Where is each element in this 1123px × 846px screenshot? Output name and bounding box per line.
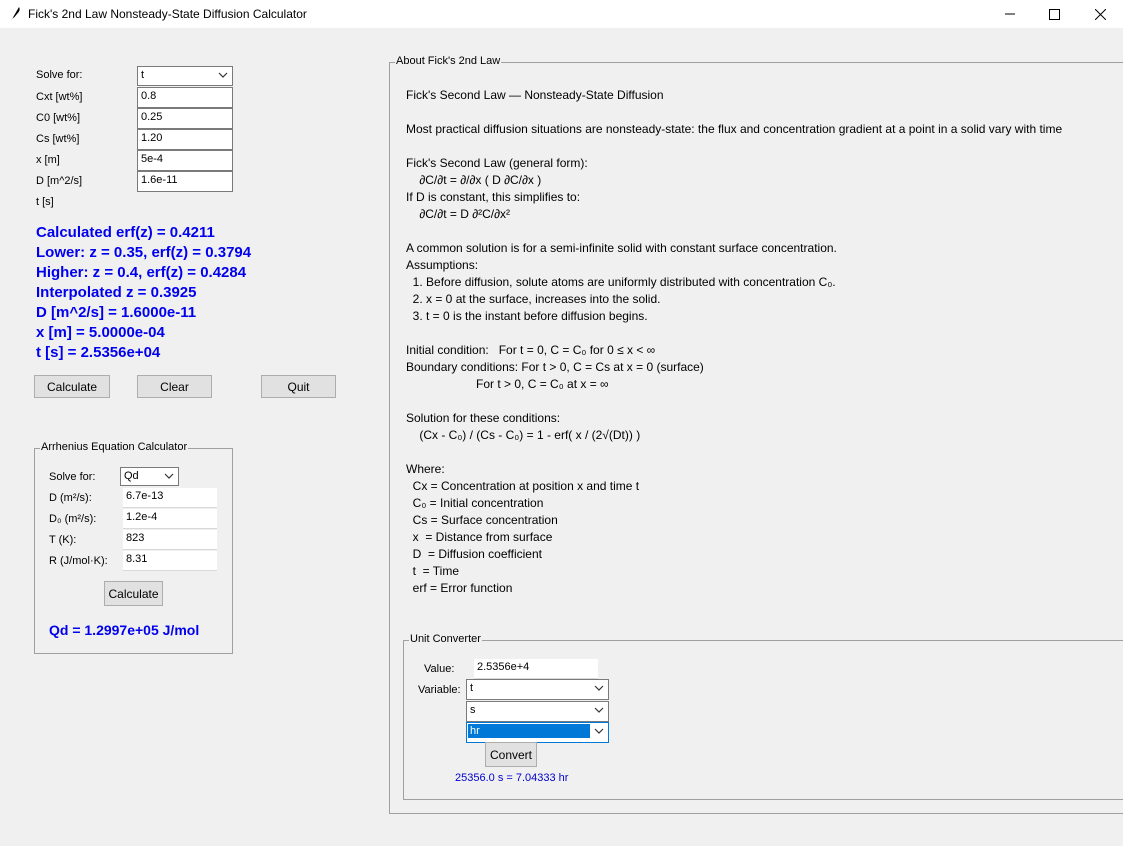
about-title: About Fick's 2nd Law	[395, 55, 502, 67]
about-line: Solution for these conditions:	[406, 411, 561, 425]
arrhenius-r-label: R (J/mol·K):	[49, 555, 108, 567]
chevron-down-icon	[218, 72, 228, 78]
solve-for-label: Solve for:	[36, 69, 83, 81]
arrhenius-t-label: T (K):	[49, 534, 77, 546]
d-label: D [m^2/s]	[36, 175, 83, 187]
chevron-down-icon	[594, 707, 604, 713]
about-line: Cx = Concentration at position x and tim…	[406, 479, 640, 493]
to-unit-select[interactable]: hr	[466, 722, 609, 743]
arrhenius-solve-for-select[interactable]: Qd	[120, 467, 179, 486]
solve-for-select[interactable]: t	[137, 66, 233, 86]
arrhenius-solve-for-value: Qd	[124, 470, 139, 482]
c0-input[interactable]: 0.25	[137, 108, 233, 129]
result-x: x [m] = 5.0000e-04	[36, 324, 165, 341]
about-line: For t > 0, C = C₀ at x = ∞	[406, 377, 609, 391]
quit-button[interactable]: Quit	[261, 375, 336, 398]
convert-button[interactable]: Convert	[485, 742, 537, 767]
about-line: D = Diffusion coefficient	[406, 547, 542, 561]
about-line: 1. Before diffusion, solute atoms are un…	[406, 275, 836, 289]
d-input[interactable]: 1.6e-11	[137, 171, 233, 192]
x-input[interactable]: 5e-4	[137, 150, 233, 171]
close-button[interactable]	[1077, 0, 1123, 28]
arrhenius-d0-input[interactable]: 1.2e-4	[123, 509, 217, 529]
about-line: Assumptions:	[406, 258, 479, 272]
arrhenius-d-input[interactable]: 6.7e-13	[123, 488, 217, 508]
maximize-button[interactable]	[1031, 0, 1077, 28]
chevron-down-icon	[594, 685, 604, 691]
arrhenius-r-input[interactable]: 8.31	[123, 551, 217, 571]
cxt-input[interactable]: 0.8	[137, 87, 233, 108]
about-line: t = Time	[406, 564, 460, 578]
about-line: Where:	[406, 462, 445, 476]
about-line: If D is constant, this simplifies to:	[406, 190, 581, 204]
feather-icon	[8, 6, 22, 22]
arrhenius-t-input[interactable]: 823	[123, 530, 217, 550]
about-line: Fick's Second Law (general form):	[406, 156, 588, 170]
cs-input[interactable]: 1.20	[137, 129, 233, 150]
value-input[interactable]: 2.5356e+4	[474, 659, 598, 679]
variable-select[interactable]: t	[466, 679, 609, 700]
chevron-down-icon	[594, 728, 604, 734]
window-title: Fick's 2nd Law Nonsteady-State Diffusion…	[28, 7, 307, 21]
about-heading: Fick's Second Law — Nonsteady-State Diff…	[406, 88, 664, 102]
about-line: Most practical diffusion situations are …	[406, 122, 1063, 136]
x-label: x [m]	[36, 154, 60, 166]
about-line: Initial condition: For t = 0, C = C₀ for…	[406, 343, 656, 357]
arrhenius-d-label: D (m²/s):	[49, 492, 92, 504]
from-unit-value: s	[470, 704, 476, 716]
about-line: Boundary conditions: For t > 0, C = Cs a…	[406, 360, 704, 374]
arrhenius-d0-label: D₀ (m²/s):	[49, 513, 97, 525]
arrhenius-title: Arrhenius Equation Calculator	[40, 441, 189, 453]
value-label: Value:	[424, 663, 455, 675]
result-interpolated-z: Interpolated z = 0.3925	[36, 284, 197, 301]
about-line: A common solution is for a semi-infinite…	[406, 241, 837, 255]
chevron-down-icon	[164, 473, 174, 479]
variable-value: t	[470, 682, 474, 694]
result-d: D [m^2/s] = 1.6000e-11	[36, 304, 197, 321]
about-line: (Cx - C₀) / (Cs - C₀) = 1 - erf( x / (2√…	[406, 428, 641, 442]
about-line: x = Distance from surface	[406, 530, 553, 544]
about-line: 3. t = 0 is the instant before diffusion…	[406, 309, 648, 323]
c0-label: C0 [wt%]	[36, 112, 81, 124]
variable-label: Variable:	[418, 684, 461, 696]
result-higher: Higher: z = 0.4, erf(z) = 0.4284	[36, 264, 247, 281]
unit-converter-title: Unit Converter	[409, 633, 482, 645]
from-unit-select[interactable]: s	[466, 701, 609, 722]
result-t: t [s] = 2.5356e+04	[36, 344, 161, 361]
t-label: t [s]	[36, 196, 54, 208]
to-unit-value: hr	[468, 724, 590, 738]
arrhenius-solve-for-label: Solve for:	[49, 471, 96, 483]
solve-for-value: t	[141, 69, 145, 81]
conversion-result: 25356.0 s = 7.04333 hr	[455, 772, 569, 784]
about-line: Cs = Surface concentration	[406, 513, 558, 527]
minimize-button[interactable]	[987, 0, 1033, 28]
cxt-label: Cxt [wt%]	[36, 91, 83, 103]
about-line: ∂C/∂t = D ∂²C/∂x²	[406, 207, 511, 221]
result-lower: Lower: z = 0.35, erf(z) = 0.3794	[36, 244, 252, 261]
arrhenius-calculate-button[interactable]: Calculate	[104, 581, 163, 606]
about-line: 2. x = 0 at the surface, increases into …	[406, 292, 661, 306]
result-erf: Calculated erf(z) = 0.4211	[36, 224, 215, 241]
arrhenius-result: Qd = 1.2997e+05 J/mol	[49, 622, 200, 638]
clear-button[interactable]: Clear	[137, 375, 212, 398]
about-line: ∂C/∂t = ∂/∂x ( D ∂C/∂x )	[406, 173, 542, 187]
calculate-button[interactable]: Calculate	[34, 375, 110, 398]
about-line: erf = Error function	[406, 581, 513, 595]
cs-label: Cs [wt%]	[36, 133, 80, 145]
about-line: C₀ = Initial concentration	[406, 496, 544, 510]
